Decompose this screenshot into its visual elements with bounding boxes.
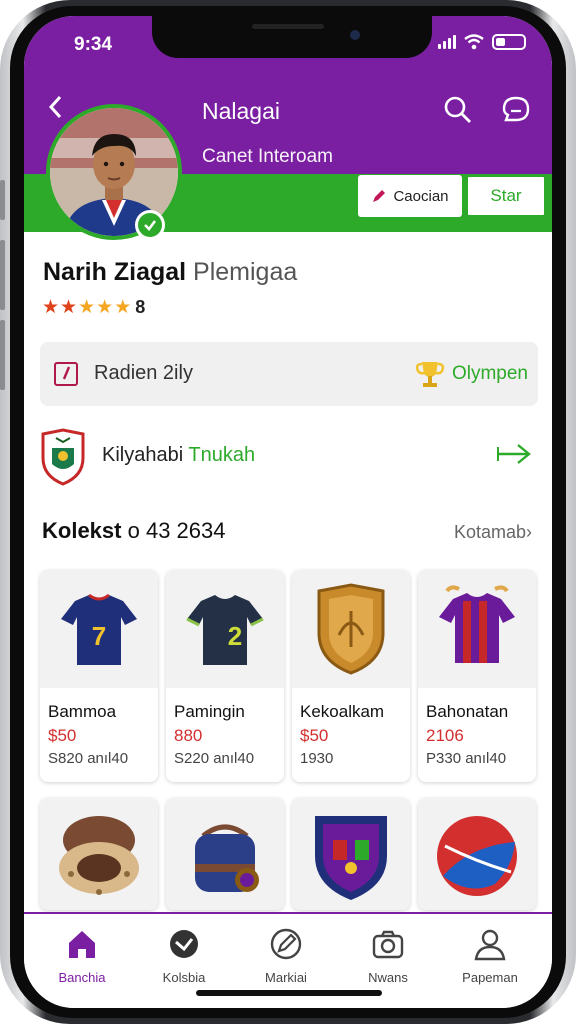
rating: ★ ★ ★ ★ ★ 8 [42,296,145,319]
header-title: Nalagai [202,98,280,124]
user-icon [474,929,506,961]
rank-badge-label: Olympen [451,363,528,384]
chevron-right-icon: › [526,522,532,542]
back-button[interactable] [42,92,72,122]
status-time: 9:34 [74,34,113,55]
app-screen: 9:34 Nalagai Canet Interoam Caocian Star… [24,16,552,1008]
arrow-right-icon[interactable] [496,442,532,471]
pencil-icon [373,190,386,202]
collection-item[interactable]: 7 Bammoa $50 S820 anıl40 [40,570,158,782]
tab-label: Kolsbia [162,970,206,985]
status-icons [438,34,526,50]
gold-crest-icon [317,583,385,675]
striped-jersey-icon [439,585,515,663]
item-title: Kekoalkam [300,702,385,721]
collection-item[interactable] [418,798,536,910]
rank-badge: Olympen [414,358,528,390]
item-meta: P330 anıl40 [426,750,507,767]
item-price: 2106 [426,726,464,745]
tab-label: Papeman [462,970,518,985]
item-price: 880 [174,726,203,745]
volume-up-button [0,240,5,310]
secondary-action-label: Caocian [393,187,449,205]
rank-icon [54,362,78,386]
item-price: $50 [300,726,329,745]
tab-home[interactable]: Banchia [32,922,132,985]
collection-item[interactable]: Bahonatan 2106 P330 anıl40 [418,570,536,782]
search-button[interactable] [440,92,476,128]
verified-icon [135,210,165,240]
secondary-action-button[interactable]: Caocian [358,175,462,217]
collection-item[interactable]: Kekoalkam $50 1930 [292,570,410,782]
club-row[interactable]: Kilyahabi Tnukah [40,424,538,490]
battery-icon [492,34,526,50]
collection-item[interactable] [166,798,284,910]
trophy-icon [415,362,445,387]
item-price: $50 [48,726,77,745]
rank-card[interactable]: Radien 2ily Olympen [40,342,538,406]
search-icon [444,96,471,123]
tab-news[interactable]: Nwans [338,922,438,985]
wifi-icon [464,34,484,50]
tab-collection[interactable]: Kolsbia [134,922,234,985]
helmet-icon [59,816,139,895]
bag-icon [195,824,259,892]
item-title: Bammoa [48,702,117,721]
collection-item[interactable] [40,798,158,910]
collection-title-label: Kolekst [42,518,122,543]
collection-count: o 43 2634 [127,518,226,543]
phone-frame: 9:34 Nalagai Canet Interoam Caocian Star… [0,0,576,1024]
volume-down-button [0,320,5,390]
star-icon: ★ [60,297,78,318]
see-more-label: Kotamab [453,522,526,542]
rating-count: 8 [135,297,146,317]
item-meta: 1930 [300,750,334,767]
item-meta: S220 anıl40 [174,750,255,767]
tab-profile[interactable]: Papeman [440,922,540,985]
tab-label: Markiai [265,970,307,985]
home-indicator[interactable] [196,990,382,996]
collection-item[interactable]: 2 Pamingin 880 S220 anıl40 [166,570,284,782]
club-highlight: Tnukah [188,444,256,466]
club-label: Kilyahabi Tnukah [102,444,255,467]
shield-icon [170,930,198,958]
header-subtitle: Canet Interoam [202,146,333,167]
tab-label: Nwans [368,970,408,985]
collection-item[interactable] [292,798,410,910]
star-icon: ★ [114,297,132,318]
camera-icon [372,930,404,959]
profile-name-line: Narih Ziagal Plemigaa [43,258,297,287]
club-badge-icon [315,816,387,900]
star-icon: ★ [96,297,114,318]
tab-market[interactable]: Markiai [236,922,336,985]
dark-jersey-icon: 2 [186,595,264,665]
club-crest-icon [41,428,85,486]
profile-name-suffix: Plemigaa [193,258,298,286]
item-title: Bahonatan [426,702,509,721]
club-name: Kilyahabi [102,444,184,466]
star-icon: ★ [78,297,96,318]
notch [152,16,432,58]
chat-button[interactable] [498,92,534,128]
ball-icon [437,816,517,896]
navy-jersey-icon: 7 [61,593,137,665]
signal-icon [438,35,456,49]
home-icon [69,931,95,958]
star-icon: ★ [42,297,60,318]
item-title: Pamingin [174,702,245,721]
chat-icon [502,96,530,122]
item-meta: S820 anıl40 [48,750,129,767]
svg-text:2: 2 [228,621,242,651]
tab-label: Banchia [58,970,106,985]
edit-icon [270,928,302,960]
see-more-link[interactable]: Kotamab› [454,522,532,543]
svg-text:7: 7 [92,621,106,651]
star-button[interactable]: Star [466,175,546,217]
mute-switch [0,180,5,220]
rank-label: Radien 2ily [94,362,193,384]
collection-title: Kolekst o 43 2634 [42,518,225,544]
profile-name: Narih Ziagal [43,258,187,286]
